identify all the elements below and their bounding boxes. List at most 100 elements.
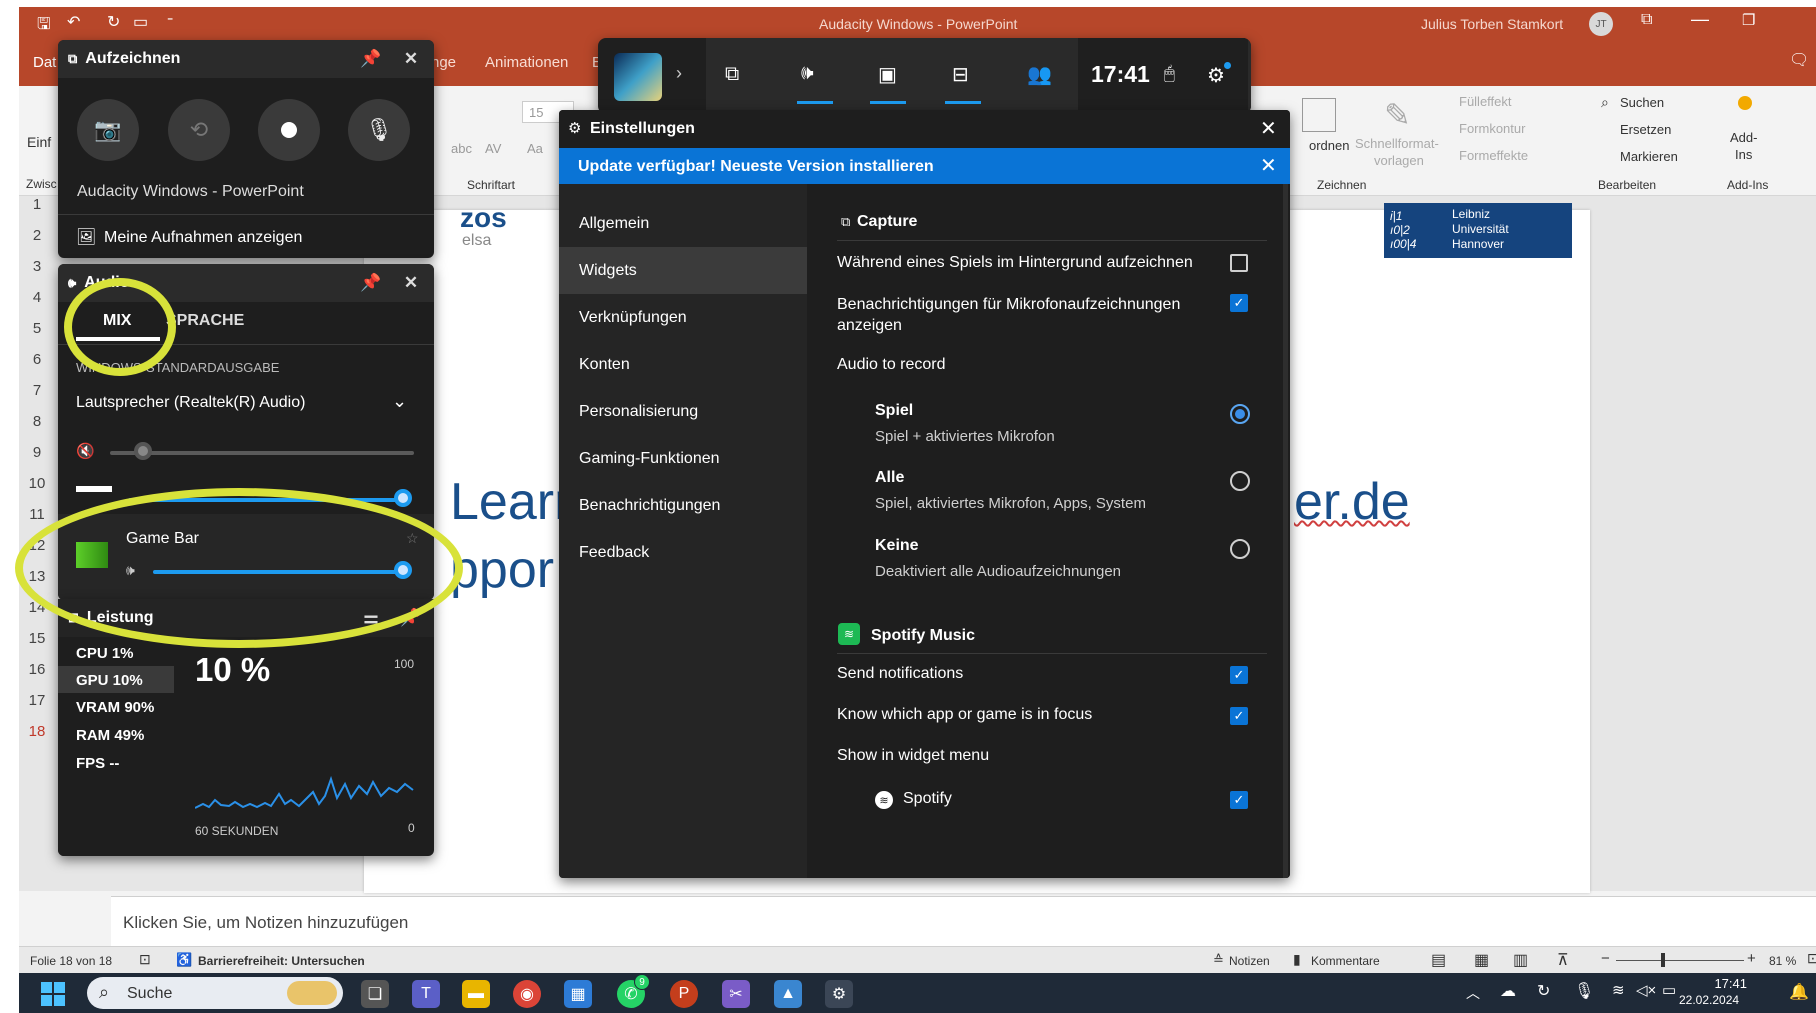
option-all-radio[interactable] xyxy=(1230,471,1250,491)
reading-view-icon[interactable]: ▥ xyxy=(1513,950,1528,970)
powerpoint-icon[interactable]: P xyxy=(670,980,698,1008)
redo-icon[interactable]: ↻ xyxy=(107,12,120,32)
battery-icon[interactable]: ▭ xyxy=(1662,981,1676,999)
settings-nav-verknüpfungen[interactable]: Verknüpfungen xyxy=(559,294,807,341)
know-focus-checkbox[interactable]: ✓ xyxy=(1230,707,1248,725)
taskbar-date[interactable]: 22.02.2024 xyxy=(1679,993,1739,1007)
notification-bell-icon[interactable]: 🔔 xyxy=(1789,982,1809,1002)
output-device-select[interactable]: Lautsprecher (Realtek(R) Audio) xyxy=(76,394,305,412)
settings-close-icon[interactable]: ✕ xyxy=(1260,116,1277,141)
capture-widget-icon[interactable]: ⧉ xyxy=(725,63,739,86)
record-last-button[interactable]: ⟲ xyxy=(168,99,230,161)
tab-voice[interactable]: SPRACHE xyxy=(166,312,244,330)
taskbar-time[interactable]: 17:41 xyxy=(1707,976,1747,991)
teams-icon[interactable]: T xyxy=(412,980,440,1008)
strikethrough-label[interactable]: abc xyxy=(451,141,472,156)
quick-styles-icon[interactable]: ✎ xyxy=(1384,96,1411,134)
slide-number[interactable]: 2 xyxy=(19,227,55,244)
slide-number[interactable]: 15 xyxy=(19,630,55,647)
update-banner[interactable]: Update verfügbar! Neueste Version instal… xyxy=(559,148,1290,184)
close-icon[interactable]: ✕ xyxy=(398,46,424,72)
audio-close-icon[interactable]: ✕ xyxy=(398,270,424,296)
zoom-slider[interactable] xyxy=(1616,960,1744,961)
mute-icon[interactable]: 🔇 xyxy=(76,442,95,460)
char-spacing-label[interactable]: AV xyxy=(485,141,501,156)
xbox-social-icon[interactable]: 👥 xyxy=(1027,62,1052,87)
present-icon[interactable]: ▭ xyxy=(133,12,148,32)
insert-label[interactable]: Einf xyxy=(27,134,51,150)
pin-icon[interactable]: 📌 xyxy=(358,46,384,72)
performance-widget-icon[interactable]: ⊟ xyxy=(952,62,969,87)
settings-nav-allgemein[interactable]: Allgemein xyxy=(559,200,807,247)
option-none-label[interactable]: Keine xyxy=(875,537,919,555)
option-all-label[interactable]: Alle xyxy=(875,469,904,487)
send-notifications-checkbox[interactable]: ✓ xyxy=(1230,666,1248,684)
zoom-out-icon[interactable]: − xyxy=(1601,950,1610,967)
photos-icon[interactable]: ▲ xyxy=(774,980,802,1008)
mic-tray-icon[interactable]: 🎙 xyxy=(1574,981,1594,1001)
gamebar-settings-icon[interactable]: ⚙ xyxy=(1207,63,1225,88)
mic-notify-checkbox[interactable]: ✓ xyxy=(1230,294,1248,312)
settings-app-icon[interactable]: ⚙ xyxy=(825,980,853,1008)
audio-widget-icon[interactable]: 🕪 xyxy=(801,62,814,85)
start-icon[interactable] xyxy=(41,982,65,1006)
addins-label-2[interactable]: Ins xyxy=(1735,147,1752,162)
gamebar-app-thumbnail[interactable] xyxy=(614,53,662,101)
volume-tray-icon[interactable]: ◁× xyxy=(1636,981,1656,999)
taskbar-search[interactable]: ⌕ Suche xyxy=(87,977,343,1009)
select-button[interactable]: Markieren xyxy=(1620,149,1678,164)
spotify-checkbox[interactable]: ✓ xyxy=(1230,791,1248,809)
tab-transitions[interactable]: nge xyxy=(431,54,456,71)
zoom-in-icon[interactable]: + xyxy=(1747,950,1756,967)
replace-button[interactable]: Ersetzen xyxy=(1620,122,1671,137)
store-icon[interactable]: ▦ xyxy=(564,980,592,1008)
zoom-level[interactable]: 81 % xyxy=(1769,954,1796,968)
slide-number[interactable]: 4 xyxy=(19,289,55,306)
slide-number[interactable]: 6 xyxy=(19,351,55,368)
sorter-view-icon[interactable]: ▦ xyxy=(1474,950,1489,970)
onedrive-icon[interactable]: ☁ xyxy=(1500,981,1516,1001)
arrange-icon[interactable] xyxy=(1302,98,1336,132)
snipping-icon[interactable]: ✂ xyxy=(722,980,750,1008)
show-recordings-button[interactable]: 🖼 Meine Aufnahmen anzeigen xyxy=(58,214,434,258)
quick-styles-label-2[interactable]: vorlagen xyxy=(1374,153,1424,168)
bg-record-checkbox[interactable] xyxy=(1230,254,1248,272)
task-view-icon[interactable]: ❏ xyxy=(361,980,389,1008)
slide-number[interactable]: 5 xyxy=(19,320,55,337)
slide-number[interactable]: 18 xyxy=(19,723,55,740)
tray-chevron-icon[interactable]: ︿ xyxy=(1466,983,1480,1003)
find-button[interactable]: Suchen xyxy=(1620,95,1664,110)
settings-nav-feedback[interactable]: Feedback xyxy=(559,529,807,576)
quick-styles-label-1[interactable]: Schnellformat- xyxy=(1355,136,1439,151)
sync-icon[interactable]: ↻ xyxy=(1537,981,1550,1001)
settings-nav-benachrichtigungen[interactable]: Benachrichtigungen xyxy=(559,482,807,529)
option-none-radio[interactable] xyxy=(1230,539,1250,559)
ribbon-display-icon[interactable]: ⧉ xyxy=(1641,11,1652,29)
slide-number[interactable]: 17 xyxy=(19,692,55,709)
update-banner-text[interactable]: Update verfügbar! Neueste Version instal… xyxy=(578,158,934,176)
tab-animations[interactable]: Animationen xyxy=(485,54,568,71)
perf-fps[interactable]: FPS -- xyxy=(76,755,119,772)
accessibility-status[interactable]: Barrierefreiheit: Untersuchen xyxy=(198,954,365,968)
zoom-slider-thumb[interactable] xyxy=(1661,953,1665,967)
slideshow-view-icon[interactable]: ⊼ xyxy=(1557,950,1569,970)
settings-nav-widgets[interactable]: Widgets xyxy=(559,247,807,294)
audio-pin-icon[interactable]: 📌 xyxy=(358,270,384,296)
fit-slide-icon[interactable]: ⊡ xyxy=(1807,950,1816,967)
spellcheck-icon[interactable]: ⊡ xyxy=(139,951,151,968)
slide-number[interactable]: 8 xyxy=(19,413,55,430)
chrome-icon[interactable]: ◉ xyxy=(513,980,541,1008)
case-label[interactable]: Aa xyxy=(527,141,543,156)
notes-button[interactable]: Notizen xyxy=(1229,954,1270,968)
shape-fill-button[interactable]: Fülleffekt xyxy=(1459,94,1512,109)
mic-toggle-button[interactable]: 🎙 xyxy=(348,99,410,161)
comments-icon[interactable]: 🗨 xyxy=(1789,50,1809,70)
slide-number[interactable]: 7 xyxy=(19,382,55,399)
addins-icon[interactable] xyxy=(1738,96,1752,110)
shape-outline-button[interactable]: Formkontur xyxy=(1459,121,1525,136)
master-volume-thumb[interactable] xyxy=(134,442,153,460)
slide-number[interactable]: 11 xyxy=(19,506,55,523)
chevron-down-icon[interactable]: ⌄ xyxy=(392,391,407,412)
shape-effects-button[interactable]: Formeffekte xyxy=(1459,148,1528,163)
app-volume-thumb[interactable] xyxy=(394,489,412,507)
